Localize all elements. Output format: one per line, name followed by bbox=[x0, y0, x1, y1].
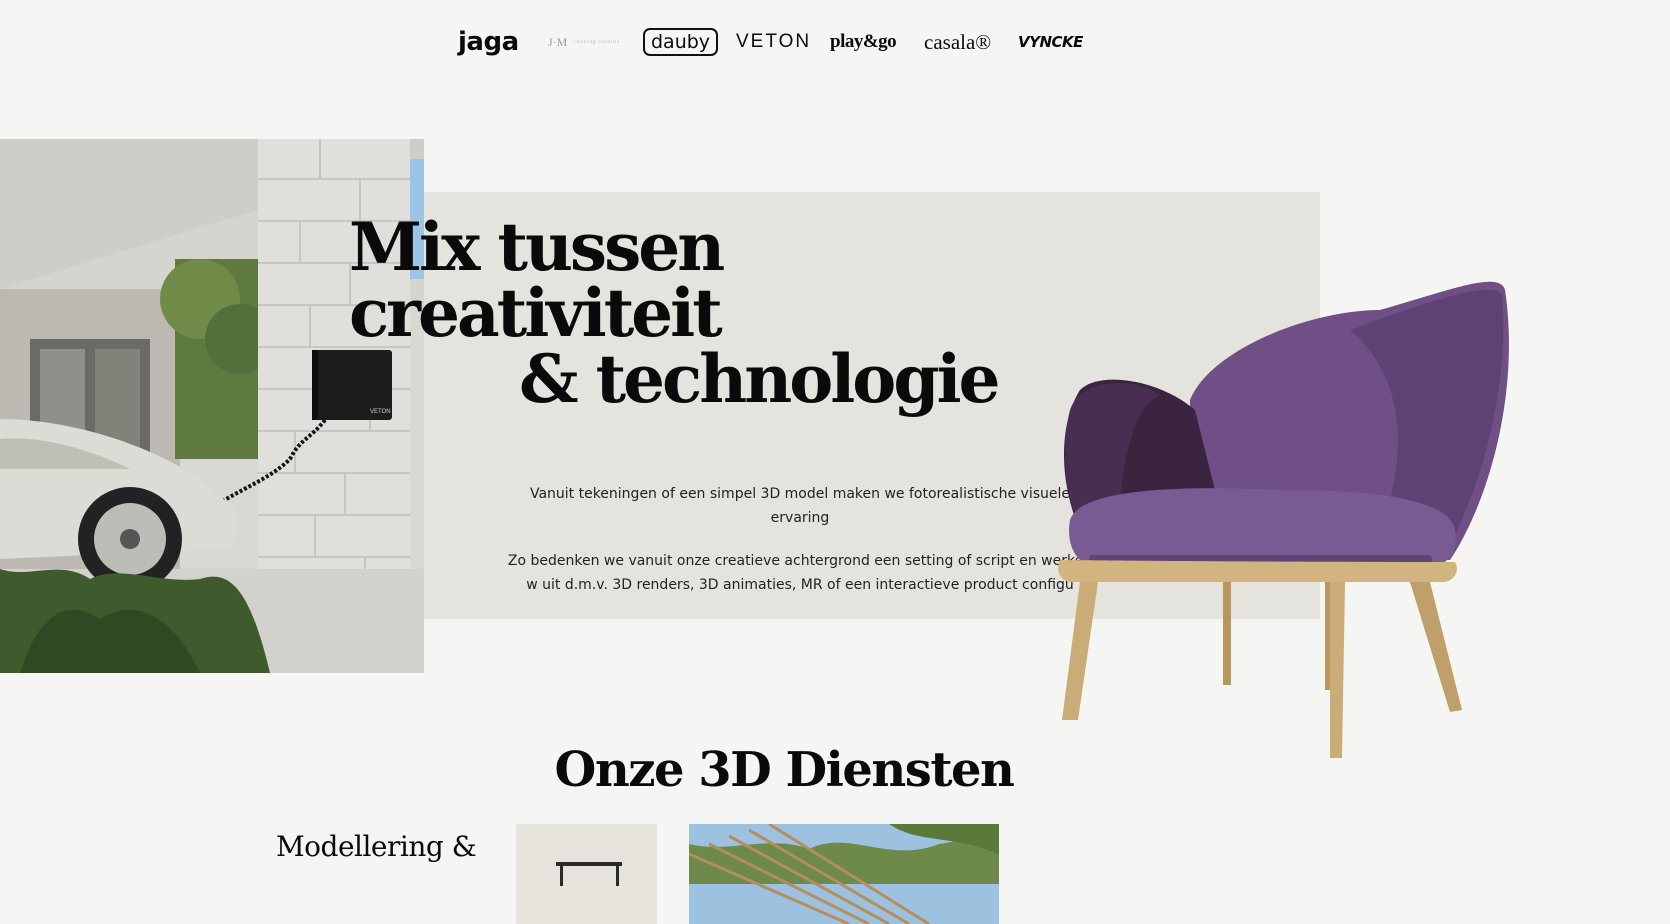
logo-jm[interactable]: J·M cooking studios bbox=[548, 22, 620, 62]
hero-headline-line-1: Mix tussen bbox=[349, 208, 725, 286]
logo-jm-mark: J·M bbox=[548, 34, 568, 49]
service-card-image-table[interactable] bbox=[516, 824, 657, 924]
logo-jaga[interactable]: jaga bbox=[458, 22, 519, 62]
hero-paragraph-1: Vanuit tekeningen of een simpel 3D model… bbox=[529, 486, 1071, 526]
hero-headline: Mix tussen creativiteit & technologie bbox=[349, 208, 1001, 418]
hero-headline-line-2: creativiteit bbox=[349, 274, 723, 352]
hero-intro: Vanuit tekeningen of een simpel 3D model… bbox=[500, 482, 1100, 616]
services-section-title: Onze 3D Diensten bbox=[554, 742, 1015, 798]
brand-logo-strip: jaga J·M cooking studios dauby VETON play… bbox=[0, 22, 1568, 62]
logo-jm-subtext: cooking studios bbox=[573, 39, 620, 45]
logo-playgo[interactable]: play&go bbox=[830, 22, 897, 62]
logo-veton[interactable]: VETON bbox=[736, 22, 811, 62]
service-card-image-pergola[interactable] bbox=[689, 824, 999, 924]
hero-headline-line-3: & technologie bbox=[519, 340, 1001, 418]
logo-vyncke[interactable]: VYNCKE bbox=[1018, 22, 1083, 62]
logo-dauby[interactable]: dauby bbox=[643, 28, 719, 56]
armchair-image bbox=[1050, 270, 1520, 762]
logo-casala[interactable]: casala® bbox=[924, 22, 991, 62]
hero-paragraph-2: Zo bedenken we vanuit onze creatieve ach… bbox=[507, 553, 1093, 593]
service-title-modellering: Modellering & bbox=[276, 830, 477, 863]
